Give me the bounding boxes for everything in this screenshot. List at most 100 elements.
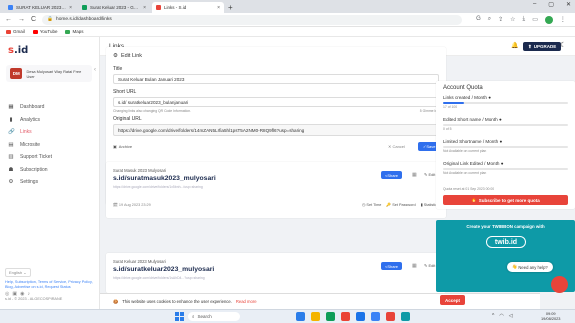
- edit-link-heading: ⚙ Edit Link: [113, 53, 143, 59]
- link-card-1: Surat Masuk 2023 Mulyosari s.id/suratmas…: [106, 162, 446, 218]
- close-tab-icon[interactable]: ×: [143, 5, 146, 11]
- language-select[interactable]: English ⌄: [5, 268, 31, 277]
- search-icon: ⌕: [192, 314, 195, 319]
- share-button[interactable]: < Share: [381, 262, 403, 270]
- browser-tab[interactable]: SURAT KELUAR 2023 MULYOSAR×: [4, 2, 76, 13]
- quota-bar: [443, 168, 568, 170]
- sidebar-item-analytics[interactable]: ▮ Analytics: [8, 114, 52, 127]
- back-icon[interactable]: ←: [5, 16, 12, 23]
- ticket-icon: ▥: [8, 154, 14, 161]
- chat-wave-icon: 👋: [512, 264, 518, 269]
- title-input[interactable]: Surat Keluar Bulan Januari 2023: [113, 74, 439, 84]
- qr-code-icon[interactable]: ▦: [412, 263, 417, 269]
- notification-bell-icon[interactable]: 🔔: [511, 42, 518, 49]
- accept-cookies-button[interactable]: Accept: [440, 295, 466, 305]
- edit-button[interactable]: ✎ Edit: [424, 172, 435, 177]
- close-tab-icon[interactable]: ×: [69, 5, 72, 11]
- sidebar-item-dashboard[interactable]: ▦ Dashboard: [8, 101, 52, 114]
- taskbar-app-icon[interactable]: [296, 312, 305, 321]
- google-icon[interactable]: G: [476, 16, 481, 24]
- browser-tab[interactable]: Surat Keluar 2023 - Google Spre×: [78, 2, 150, 13]
- bookmark-star-icon[interactable]: ☆: [510, 16, 515, 24]
- taskbar-search[interactable]: ⌕ Search: [188, 312, 240, 321]
- quota-bar: [443, 102, 568, 104]
- upgrade-button[interactable]: ⬆ UPGRADE: [523, 42, 562, 51]
- share-button[interactable]: < Share: [381, 171, 403, 179]
- user-menu-icon[interactable]: ☾: [560, 41, 566, 49]
- taskbar-clock[interactable]: 09:09 19/08/2023: [541, 311, 560, 321]
- new-tab-icon[interactable]: +: [228, 2, 233, 13]
- taskbar-app-icon[interactable]: [356, 312, 365, 321]
- taskbar-app-icon[interactable]: [326, 312, 335, 321]
- menu-kebab-icon[interactable]: ⋮: [560, 16, 566, 24]
- collapse-sidebar-icon[interactable]: ‹: [94, 67, 96, 73]
- quota-item: Links created / Month ● 17 of 100: [443, 95, 568, 109]
- gear-icon: ⚙: [113, 53, 118, 59]
- taskbar-app-icon[interactable]: [401, 312, 410, 321]
- taskbar-app-icon[interactable]: [311, 312, 320, 321]
- bookmark-item[interactable]: Gmail: [6, 29, 25, 34]
- close-window-icon[interactable]: ✕: [566, 1, 571, 8]
- taskbar-app-icon[interactable]: [341, 312, 350, 321]
- bookmark-item[interactable]: Maps: [65, 29, 83, 34]
- quota-bar: [443, 146, 568, 148]
- original-url-input[interactable]: https://drive.google.com/drive/folders/1…: [113, 124, 439, 136]
- chat-prompt[interactable]: 👋 Need any help?: [507, 262, 553, 272]
- workspace-name: Desa Mulyosari Way Ratai Free User: [26, 68, 82, 79]
- edit-button[interactable]: ✎ Edit: [424, 263, 435, 268]
- bookmark-item[interactable]: YouTube: [32, 29, 57, 34]
- reload-icon[interactable]: C: [31, 16, 36, 23]
- maximize-icon[interactable]: ▢: [548, 1, 554, 8]
- short-link[interactable]: s.id/suratkeluar2023_mulyosari: [113, 266, 214, 273]
- set-time-button[interactable]: ◷ Set Time: [362, 202, 381, 207]
- taskbar-app-icon[interactable]: [386, 312, 395, 321]
- chevron-up-icon[interactable]: ^: [492, 313, 494, 319]
- short-link[interactable]: s.id/suratmasuk2023_mulyosari: [113, 175, 216, 182]
- subscribe-button[interactable]: 🔥 Subscribe to get more quota: [443, 195, 568, 205]
- set-password-button[interactable]: 🔑 Set Password: [386, 202, 415, 207]
- download-icon[interactable]: ⤓: [523, 16, 526, 24]
- bookmark-icon: [65, 29, 71, 34]
- short-url-input[interactable]: s.id/ suratkeluar2023_bulanjanuari: [113, 97, 439, 107]
- workspace-switcher[interactable]: DM Desa Mulyosari Way Ratai Free User: [6, 65, 92, 82]
- forward-icon[interactable]: →: [18, 16, 25, 23]
- link-title: Surat Keluar 2023 Mulyosari: [113, 259, 166, 264]
- info-icon: ●: [498, 117, 502, 122]
- wifi-icon[interactable]: ◠: [499, 313, 503, 319]
- footer-links[interactable]: Help, Subscription, Terms of Service, Pr…: [5, 280, 95, 290]
- sidebar-item-settings[interactable]: ⚙ Settings: [8, 176, 52, 189]
- sid-logo[interactable]: s.id: [8, 45, 28, 56]
- windows-start-icon[interactable]: [175, 312, 184, 321]
- profile-avatar[interactable]: [544, 15, 553, 24]
- settings-icon: ⚙: [8, 179, 14, 186]
- share-page-icon[interactable]: ⇪: [498, 16, 503, 24]
- zoom-icon[interactable]: ⌕: [488, 16, 491, 24]
- tab-favicon-icon: [8, 5, 13, 10]
- minimize-icon[interactable]: –: [533, 1, 536, 8]
- cancel-button[interactable]: ✕ Cancel: [388, 144, 405, 149]
- close-tab-icon[interactable]: ×: [217, 5, 220, 11]
- sidepanel-icon[interactable]: ▭: [532, 16, 538, 24]
- sidebar-item-subscription[interactable]: ☗ Subscription: [8, 164, 52, 177]
- chat-launcher-button[interactable]: [551, 276, 568, 293]
- archive-button[interactable]: ▣ Archive: [113, 144, 132, 149]
- taskbar-apps: [296, 312, 410, 321]
- sidebar-item-links[interactable]: 🔗 Links: [8, 126, 52, 139]
- read-more-link[interactable]: Read more: [236, 299, 257, 304]
- taskbar-app-icon[interactable]: [371, 312, 380, 321]
- upgrade-icon: ⬆: [528, 43, 532, 49]
- qr-code-icon[interactable]: ▦: [412, 172, 417, 178]
- sidebar-item-support-ticket[interactable]: ▥ Support Ticket: [8, 151, 52, 164]
- original-link[interactable]: https://drive.google.com/drive/folders/1…: [113, 276, 205, 280]
- info-icon: ●: [488, 95, 491, 100]
- speaker-icon[interactable]: ◁: [509, 313, 513, 319]
- quota-item: Edited Short name / Month ● 0 of 5: [443, 117, 568, 131]
- chart-icon: ▮: [9, 116, 13, 123]
- original-link[interactable]: https://drive.google.com/drive/folders/1…: [113, 185, 203, 189]
- sidebar-footer: English ⌄ Help, Subscription, Terms of S…: [5, 268, 95, 302]
- browser-tab[interactable]: Links - S.id ×: [152, 2, 224, 13]
- cookie-icon: 🍪: [113, 298, 119, 304]
- url-input[interactable]: 🔒 home.s.id/dashboard/links: [42, 14, 463, 25]
- archive-icon: ▣: [113, 144, 117, 149]
- sidebar-item-microsite[interactable]: ▤ Microsite: [8, 139, 52, 152]
